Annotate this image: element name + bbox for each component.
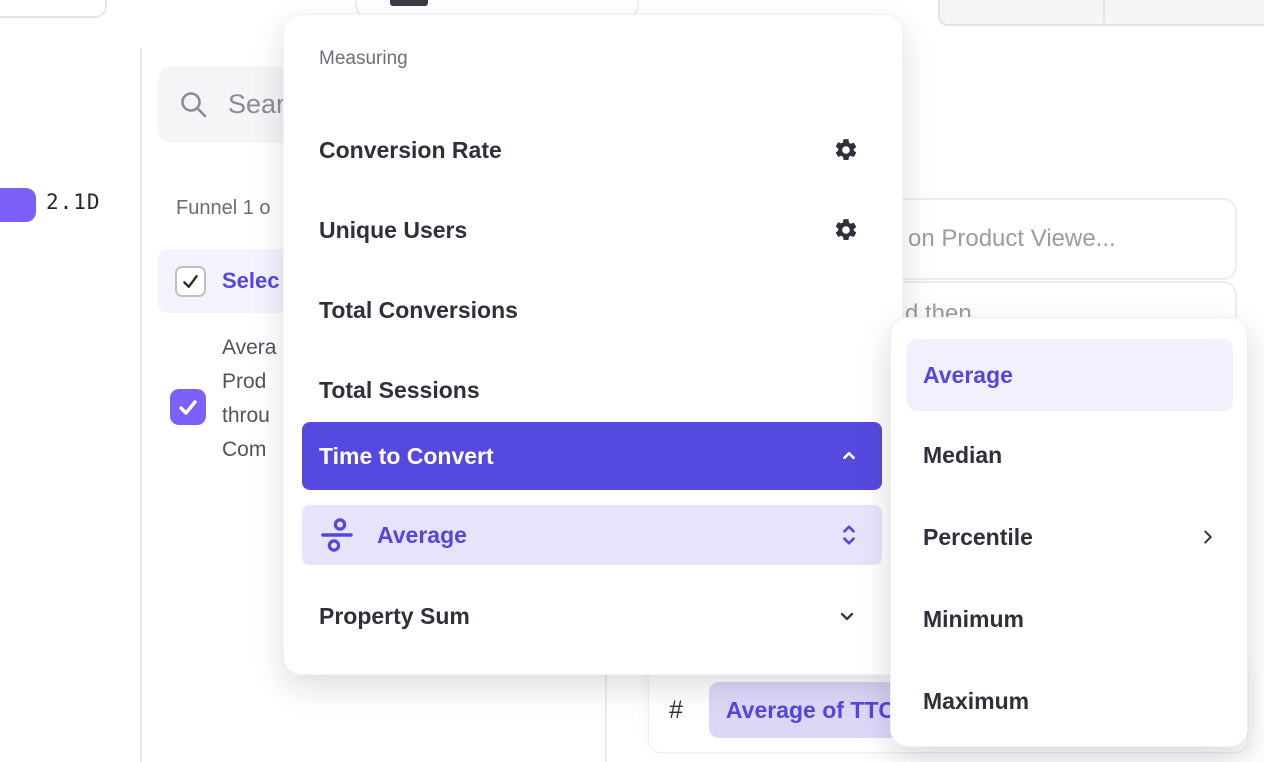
- metric-description: Avera Prod throu Com: [222, 331, 283, 467]
- agg-item-label: Percentile: [923, 524, 1033, 551]
- menu-item-label: Conversion Rate: [319, 137, 502, 164]
- menu-item-label: Average: [377, 522, 838, 549]
- partial-dark-tab[interactable]: [390, 0, 428, 6]
- search-placeholder: Sear: [228, 89, 285, 120]
- toolbar-divider: [1103, 0, 1105, 22]
- gear-icon[interactable]: [833, 137, 859, 163]
- search-icon: [178, 89, 210, 121]
- agg-item-average-selected[interactable]: Average: [907, 339, 1233, 411]
- chevron-up-icon: [838, 445, 860, 467]
- checkbox-checked-purple[interactable]: [170, 389, 206, 425]
- partial-top-left-card: [0, 0, 107, 18]
- menu-item-label: Property Sum: [319, 603, 470, 630]
- up-down-selector-icon: [838, 523, 860, 547]
- division-average-icon: [319, 517, 355, 553]
- menu-item-total-conversions[interactable]: Total Conversions: [319, 287, 859, 333]
- measuring-dropdown-panel: Measuring Conversion Rate Unique Users T…: [283, 14, 903, 675]
- event-selector-text: on Product Viewe...: [908, 225, 1116, 253]
- agg-item-label: Minimum: [923, 606, 1024, 633]
- agg-item-percentile[interactable]: Percentile: [923, 514, 1219, 560]
- gear-icon[interactable]: [833, 217, 859, 243]
- description-line: throu: [222, 399, 283, 433]
- menu-item-conversion-rate[interactable]: Conversion Rate: [319, 127, 859, 173]
- agg-item-median[interactable]: Median: [923, 432, 1219, 478]
- checkmark-icon: [180, 271, 201, 292]
- partial-top-right-toolbar[interactable]: [938, 0, 1264, 26]
- description-line: Avera: [222, 331, 283, 365]
- agg-item-label: Average: [923, 362, 1013, 389]
- series-label: 2.1D: [46, 190, 101, 214]
- chevron-down-icon: [835, 604, 859, 628]
- funnel-step-label: Funnel 1 o: [176, 197, 282, 220]
- series-color-badge: [0, 188, 36, 222]
- builder-panel-divider: [605, 675, 607, 762]
- chevron-right-icon: [1197, 526, 1219, 548]
- description-line: Prod: [222, 365, 283, 399]
- measuring-header: Measuring: [319, 48, 408, 70]
- menu-item-total-sessions[interactable]: Total Sessions: [319, 367, 859, 413]
- description-line: Com: [222, 433, 283, 467]
- menu-item-label: Total Conversions: [319, 297, 518, 324]
- checkmark-icon: [176, 395, 200, 419]
- app-stage: 2.1D Sear Funnel 1 o Selec Avera Prod th…: [0, 0, 1264, 762]
- checkbox-checked-dark[interactable]: [175, 266, 206, 297]
- average-of-ttc-label: Average of TTC: [726, 697, 895, 724]
- agg-item-minimum[interactable]: Minimum: [923, 596, 1219, 642]
- agg-item-label: Median: [923, 442, 1002, 469]
- menu-item-label: Unique Users: [319, 217, 467, 244]
- agg-item-label: Maximum: [923, 688, 1029, 715]
- aggregation-dropdown-panel: Average Median Percentile Minimum Maximu…: [890, 317, 1248, 747]
- menu-item-property-sum[interactable]: Property Sum: [319, 593, 859, 639]
- agg-item-maximum[interactable]: Maximum: [923, 678, 1219, 724]
- number-type-symbol: #: [669, 696, 683, 725]
- selected-row-label: Selec: [222, 268, 280, 294]
- left-panel-divider: [140, 48, 142, 762]
- menu-item-time-to-convert-selected[interactable]: Time to Convert: [302, 422, 882, 490]
- menu-item-label: Total Sessions: [319, 377, 480, 404]
- menu-item-unique-users[interactable]: Unique Users: [319, 207, 859, 253]
- time-to-convert-average-selector[interactable]: Average: [302, 505, 882, 565]
- average-of-ttc-dropdown[interactable]: Average of TTC: [709, 682, 909, 738]
- menu-item-label: Time to Convert: [319, 443, 494, 470]
